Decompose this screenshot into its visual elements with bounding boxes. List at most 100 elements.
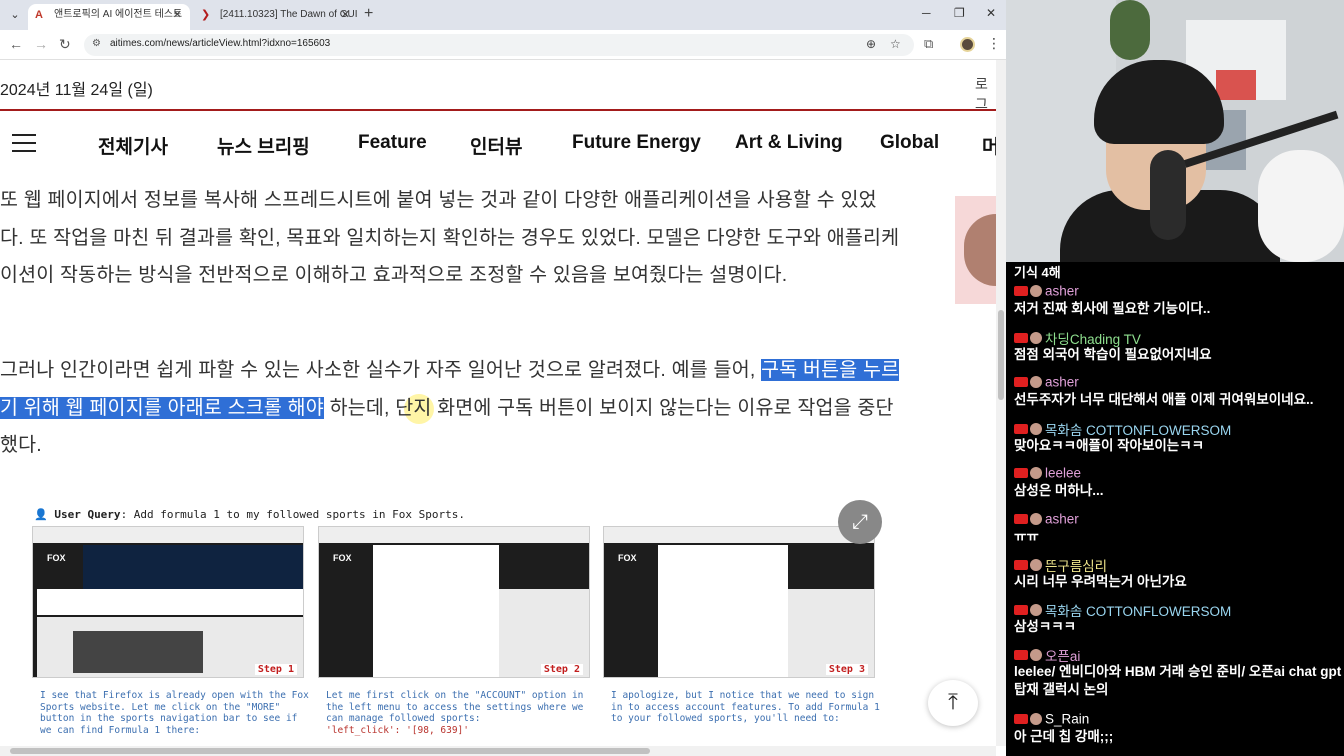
nav-item-more[interactable]: 머 <box>982 132 996 159</box>
chat-text: 점점 외국어 학습이 필요없어지네요 <box>1014 347 1212 362</box>
chat-message: asher ㅠㅠ <box>1014 510 1344 546</box>
tab-close-icon[interactable]: ✕ <box>173 4 182 26</box>
zoom-icon[interactable]: ⊕ <box>866 37 876 51</box>
bookmark-star-icon[interactable]: ☆ <box>890 37 901 51</box>
back-arrow-icon[interactable]: ← <box>9 36 23 52</box>
chat-author[interactable]: 목화솜 COTTONFLOWERSOM <box>1045 423 1231 438</box>
nav-item-all[interactable]: 전체기사 <box>98 132 168 159</box>
extensions-icon[interactable]: ⧉ <box>924 36 933 52</box>
chat-author[interactable]: asher <box>1045 374 1079 389</box>
step-caption: I see that Firefox is already open with … <box>40 690 310 736</box>
chat-text: 맞아요ㅋㅋ애플이 작아보이는ㅋㅋ <box>1014 438 1205 453</box>
address-bar: ← → ↻ ⚙ aitimes.com/news/articleView.htm… <box>0 30 1006 60</box>
chat-message: leelee 삼성은 머하나... <box>1014 464 1344 500</box>
article-page: 2024년 11월 24일 (일) 로그 전체기사 뉴스 브리핑 Feature… <box>0 60 996 746</box>
chat-text: leelee/ 엔비디아와 HBM 거래 승인 준비/ 오픈ai chat gp… <box>1014 664 1342 697</box>
chat-message: 뜬구름심리 시리 너무 우려먹는거 아닌가요 <box>1014 555 1344 591</box>
article-paragraph: 그러나 인간이라면 쉽게 파할 수 있는 사소한 실수가 자주 일어난 것으로 … <box>0 352 900 465</box>
avatar[interactable] <box>1030 559 1042 571</box>
chat-author[interactable]: asher <box>1045 511 1079 526</box>
nav-item-art-living[interactable]: Art & Living <box>735 132 843 154</box>
youtube-badge-icon <box>1014 285 1028 296</box>
avatar[interactable] <box>1030 604 1042 616</box>
chat-message: asher 선두주자가 너무 대단해서 애플 이제 귀여워보이네요.. <box>1014 373 1344 409</box>
avatar[interactable] <box>1030 649 1042 661</box>
paragraph-text: 그러나 인간이라면 쉽게 파할 수 있는 사소한 실수가 자주 일어난 것으로 … <box>0 359 762 381</box>
avatar[interactable] <box>1030 512 1042 525</box>
nav-item-interview[interactable]: 인터뷰 <box>470 132 522 159</box>
chat-message: S_Rain 아 근데 칩 강매;;; <box>1014 710 1344 746</box>
horizontal-scrollbar[interactable] <box>0 746 996 756</box>
forward-arrow-icon[interactable]: → <box>34 36 48 52</box>
chat-author[interactable]: asher <box>1045 283 1079 298</box>
chat-author[interactable]: 차딩Chading TV <box>1045 332 1141 347</box>
youtube-badge-icon <box>1014 560 1028 570</box>
more-menu-icon[interactable]: ⋮ <box>987 35 1001 52</box>
vertical-scrollbar[interactable] <box>996 60 1006 746</box>
step-screenshot: FOX Step 1 <box>32 526 304 678</box>
fox-logo-icon: FOX <box>47 553 66 563</box>
chat-author[interactable]: S_Rain <box>1045 711 1089 726</box>
user-query-text: : Add formula 1 to my followed sports in… <box>120 508 465 521</box>
youtube-badge-icon <box>1014 650 1028 660</box>
maximize-icon[interactable]: ❐ <box>954 6 965 20</box>
expand-image-icon[interactable]: ⤢ <box>838 500 882 544</box>
tab-search-icon[interactable]: ⌄ <box>6 6 24 24</box>
chat-text: 삼성은 머하나... <box>1014 483 1104 498</box>
chat-text: ㅠㅠ <box>1014 529 1039 544</box>
tab-close-icon[interactable]: ✕ <box>341 4 350 26</box>
chat-text: 저거 진짜 회사에 필요한 기능이다.. <box>1014 301 1211 316</box>
avatar[interactable] <box>1030 375 1042 388</box>
close-icon[interactable]: ✕ <box>986 6 996 20</box>
fox-logo-icon: FOX <box>618 553 637 563</box>
nav-item-future-energy[interactable]: Future Energy <box>572 132 701 154</box>
chat-author[interactable]: 목화솜 COTTONFLOWERSOM <box>1045 604 1231 619</box>
avatar[interactable] <box>1030 284 1042 297</box>
chat-author[interactable]: leelee <box>1045 465 1081 480</box>
step-label: Step 1 <box>254 664 297 675</box>
youtube-badge-icon <box>1014 333 1028 343</box>
new-tab-button[interactable]: + <box>364 5 373 23</box>
article-paragraph: 또 웹 페이지에서 정보를 복사해 스프레드시트에 붙여 넣는 것과 같이 다양… <box>0 189 900 286</box>
browser-window: ⌄ A 앤트로픽의 AI 에이전트 테스트 ✕ ❯ [2411.10323] T… <box>0 0 1006 756</box>
tab-bar: ⌄ A 앤트로픽의 AI 에이전트 테스트 ✕ ❯ [2411.10323] T… <box>0 0 1006 30</box>
nav-item-global[interactable]: Global <box>880 132 939 154</box>
nav-item-briefing[interactable]: 뉴스 브리핑 <box>217 132 310 159</box>
avatar[interactable] <box>1030 712 1042 725</box>
step-caption-text: Let me first click on the "ACCOUNT" opti… <box>326 690 584 724</box>
hamburger-menu-icon[interactable] <box>12 134 36 152</box>
minimize-icon[interactable]: ─ <box>922 6 931 20</box>
chat-message: asher 저거 진짜 회사에 필요한 기능이다.. <box>1014 282 1344 318</box>
chat-text: 시리 너무 우려먹는거 아닌가요 <box>1014 574 1187 589</box>
arxiv-favicon-icon: ❯ <box>201 9 211 21</box>
tab-arxiv[interactable]: ❯ [2411.10323] The Dawn of GUI ✕ <box>194 4 358 30</box>
youtube-badge-icon <box>1014 713 1028 724</box>
avatar[interactable] <box>1030 466 1042 479</box>
plant-decoration <box>1110 0 1150 60</box>
chat-message: 차딩Chading TV 점점 외국어 학습이 필요없어지네요 <box>1014 328 1344 364</box>
chat-author[interactable]: 뜬구름심리 <box>1045 559 1107 574</box>
site-info-icon[interactable]: ⚙ <box>92 38 101 49</box>
chat-text: 아 근데 칩 강매;;; <box>1014 729 1114 744</box>
chat-message: 목화솜 COTTONFLOWERSOM 삼성ㅋㅋㅋ <box>1014 600 1344 636</box>
chat-author[interactable]: 오픈ai <box>1045 649 1080 664</box>
live-chat: 기식 4해 asher 저거 진짜 회사에 필요한 기능이다.. 차딩Chading… <box>1006 262 1344 756</box>
youtube-badge-icon <box>1014 424 1028 434</box>
profile-avatar[interactable] <box>960 37 975 52</box>
step-caption: I apologize, but I notice that we need t… <box>611 690 881 725</box>
header-date: 2024년 11월 24일 (일) <box>0 82 153 99</box>
nav-item-feature[interactable]: Feature <box>358 132 427 154</box>
article-figure: 👤 User Query: Add formula 1 to my follow… <box>30 500 890 746</box>
avatar[interactable] <box>1030 332 1042 344</box>
tab-active[interactable]: A 앤트로픽의 AI 에이전트 테스트 ✕ <box>28 4 190 30</box>
url-field[interactable]: ⚙ aitimes.com/news/articleView.html?idxn… <box>84 34 914 56</box>
step-caption: Let me first click on the "ACCOUNT" opti… <box>326 690 596 736</box>
reload-icon[interactable]: ↻ <box>59 36 71 52</box>
chat-message: 오픈ai leelee/ 엔비디아와 HBM 거래 승인 준비/ 오픈ai cha… <box>1014 645 1344 699</box>
avatar[interactable] <box>1030 423 1042 435</box>
login-link[interactable]: 로그 <box>975 74 996 114</box>
scroll-to-top-icon[interactable]: ⤒ <box>928 680 978 726</box>
step-screenshot: FOX Step 2 <box>318 526 590 678</box>
youtube-badge-icon <box>1014 605 1028 615</box>
step-screenshot: FOX Step 3 <box>603 526 875 678</box>
